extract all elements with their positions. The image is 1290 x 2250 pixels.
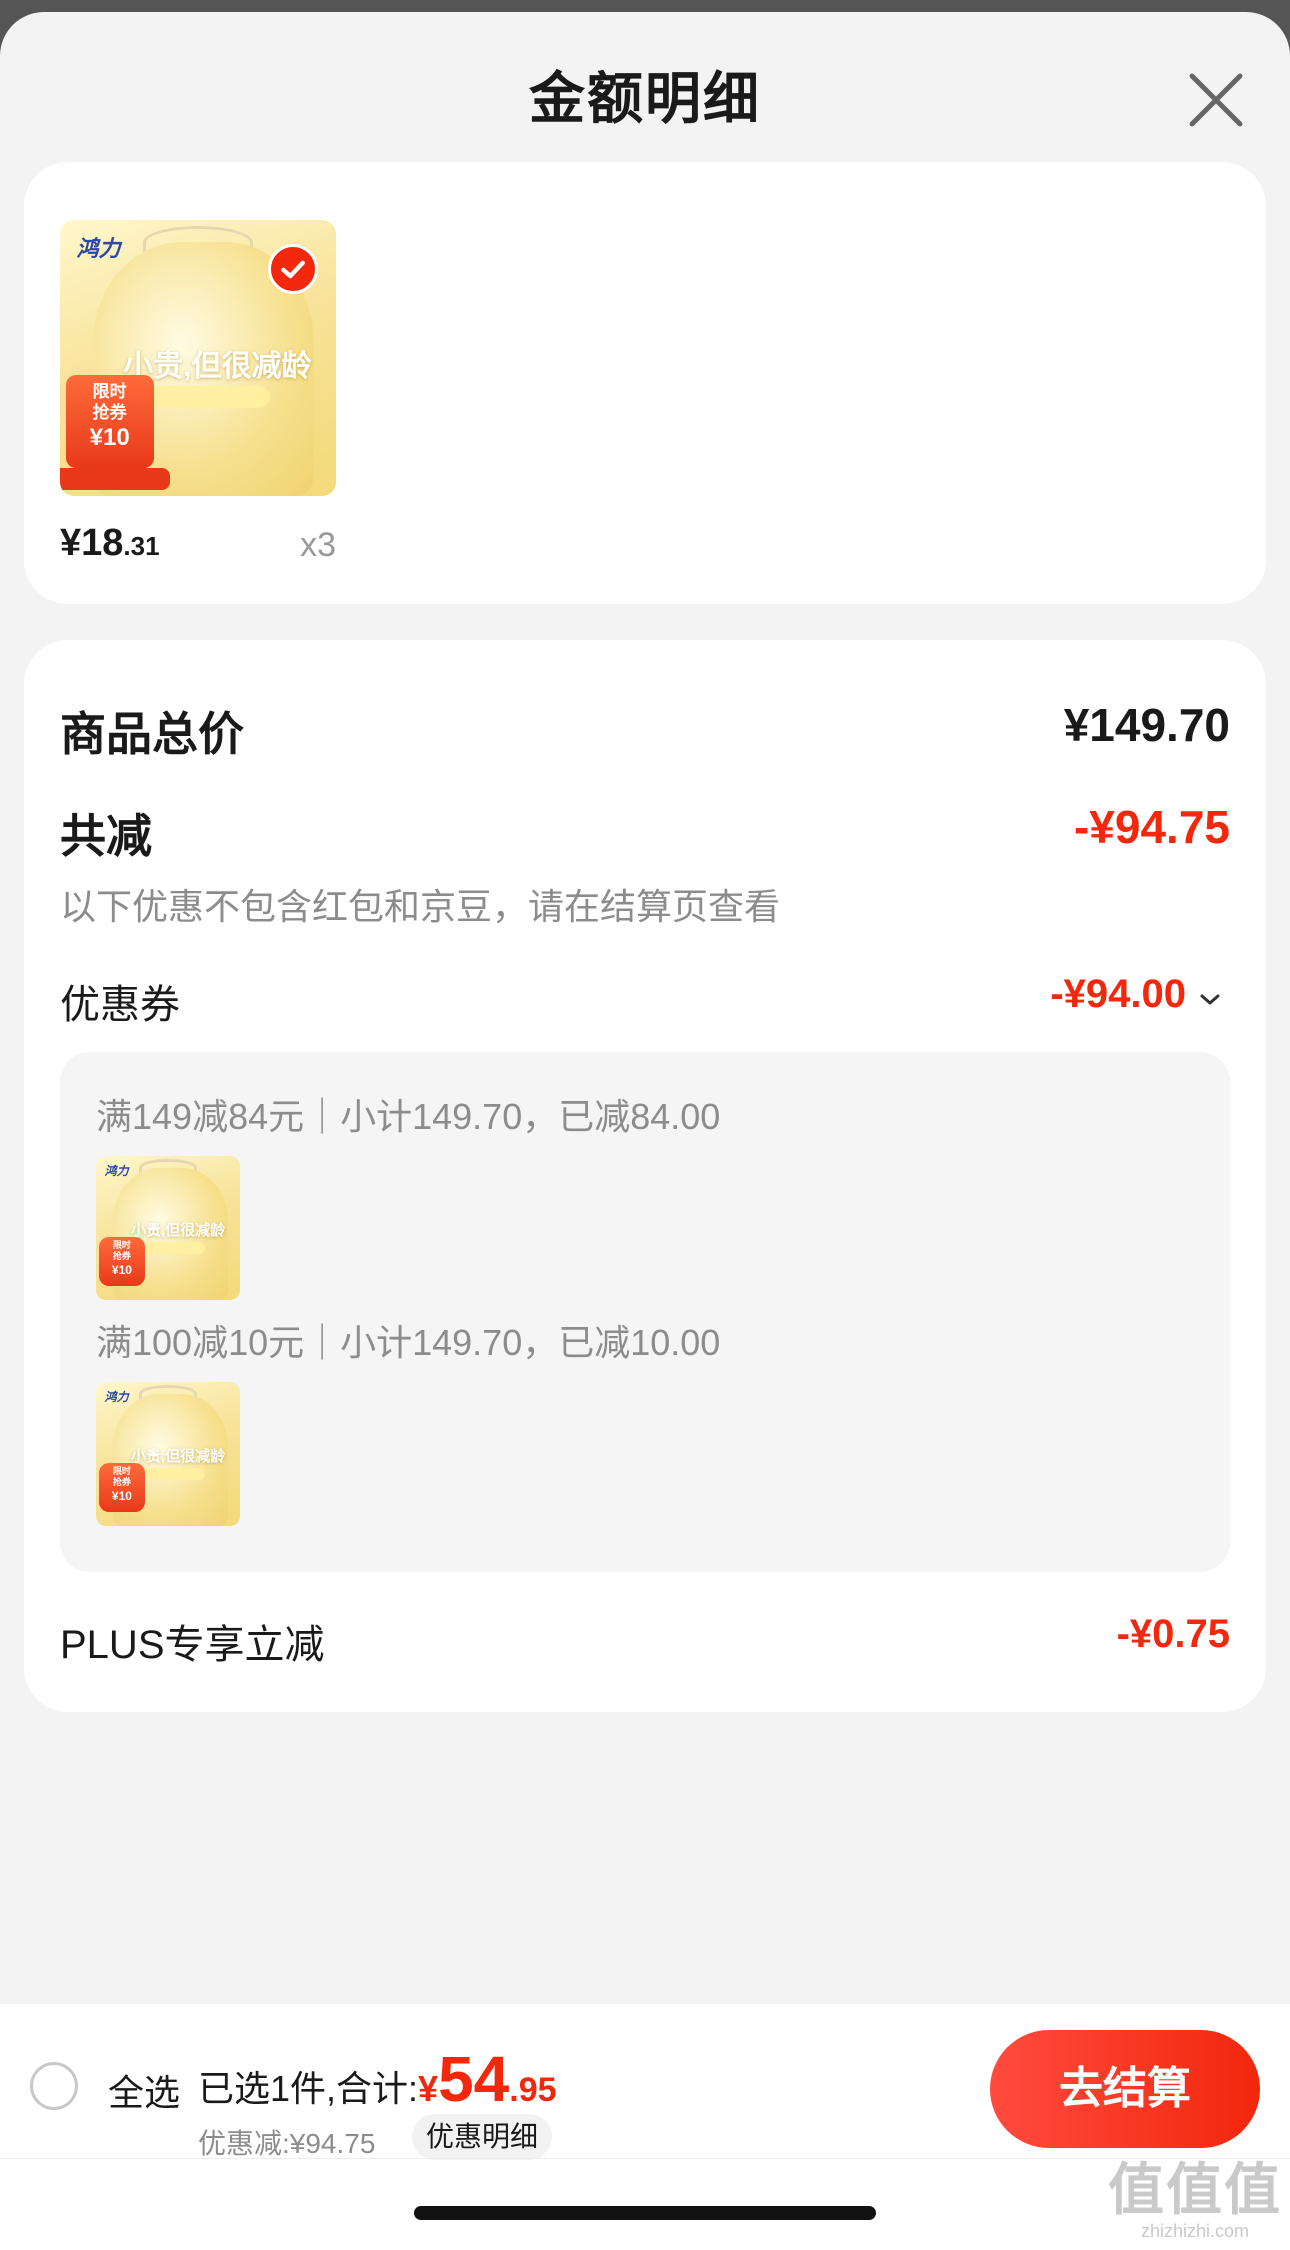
promo-line-2: 抢券	[92, 402, 127, 422]
coupon-breakdown: 满149减84元｜小计149.70，已减84.00 鸿力 小贵,但很减龄 限时 …	[60, 1052, 1230, 1572]
amount-detail-sheet: 金额明细 鸿力 小贵,但很减龄 限时 抢券 ¥10 ¥18.31 x3 商品总价…	[0, 12, 1290, 2250]
thumb-footer-strip	[60, 468, 171, 491]
watermark-logo: 值值值	[1108, 2158, 1282, 2221]
close-button[interactable]	[1176, 60, 1256, 140]
divider	[0, 2158, 1290, 2159]
brand-logo: 鸿力	[104, 1163, 129, 1178]
check-icon	[281, 260, 305, 279]
plus-discount-label: PLUS专享立减	[60, 1623, 325, 1667]
promo-badge: 限时 抢券 ¥10	[98, 1236, 145, 1286]
total-reduction-row: 共减 -¥94.75	[60, 800, 1230, 862]
unit-price: ¥18.31	[60, 522, 160, 565]
thumb-pill	[142, 1242, 206, 1254]
discount-summary: 优惠减:¥94.75	[198, 2128, 376, 2159]
total-currency: ¥	[418, 2068, 439, 2109]
promo-line-1: 限时	[112, 1465, 131, 1476]
close-icon	[1189, 73, 1243, 127]
checkout-bar: 全选 已选1件,合计:¥54.95 优惠减:¥94.75 优惠明细 去结算 值值…	[0, 2004, 1290, 2250]
page-title: 金额明细	[529, 67, 761, 130]
total-price-label: 商品总价	[60, 708, 244, 760]
promo-line-2: 抢券	[112, 1251, 131, 1262]
total-price-row: 商品总价 ¥149.70	[60, 698, 1230, 760]
coupon-value: -¥94.00	[1050, 972, 1186, 1016]
chevron-down-icon[interactable]	[1196, 986, 1224, 1014]
promo-line-2: 抢券	[112, 1477, 131, 1488]
brand-logo: 鸿力	[76, 236, 121, 262]
coupon-product-thumbnail: 鸿力 小贵,但很减龄 限时 抢券 ¥10	[96, 1156, 240, 1300]
thumb-pill	[148, 385, 270, 408]
checkout-button[interactable]: 去结算	[990, 2030, 1260, 2148]
watermark-url: zhizhizhi.com	[1140, 2221, 1250, 2241]
selected-count-text: 已选1件,合计:	[198, 2068, 419, 2109]
sheet-header: 金额明细	[0, 12, 1290, 162]
unit-price-dec: .31	[123, 531, 160, 561]
watermark: 值值值 zhizhizhi.com	[1108, 2160, 1282, 2242]
coupon-row[interactable]: 优惠券 -¥94.00	[60, 972, 1230, 1032]
total-reduction-value: -¥94.75	[1073, 801, 1230, 853]
promo-badge: 限时 抢券 ¥10	[65, 374, 154, 469]
promo-amount: ¥10	[111, 1489, 132, 1503]
promo-line-1: 限时	[112, 1239, 131, 1250]
total-amount-int: 54	[438, 2043, 510, 2115]
select-all-label[interactable]: 全选	[108, 2064, 180, 2116]
promo-line-1: 限时	[92, 381, 127, 401]
promo-amount: ¥10	[89, 424, 130, 452]
unit-price-int: ¥18	[60, 522, 124, 564]
quantity: x3	[300, 526, 336, 564]
discount-detail-button[interactable]: 优惠明细	[412, 2114, 553, 2160]
coupon-rule: 满149减84元｜小计149.70，已减84.00	[96, 1096, 721, 1137]
thumb-pill	[142, 1468, 206, 1480]
price-detail-card: 商品总价 ¥149.70 共减 -¥94.75 以下优惠不包含红包和京豆，请在结…	[24, 640, 1266, 1712]
total-reduction-label: 共减	[60, 810, 152, 862]
select-all-checkbox[interactable]	[30, 2062, 78, 2110]
product-price-row: ¥18.31 x3	[60, 522, 336, 578]
coupon-product-thumbnail: 鸿力 小贵,但很减龄 限时 抢券 ¥10	[96, 1382, 240, 1526]
coupon-rule: 满100减10元｜小计149.70，已减10.00	[96, 1322, 721, 1363]
order-summary: 已选1件,合计:¥54.95	[198, 2042, 557, 2116]
total-amount-dec: .95	[509, 2071, 557, 2109]
brand-logo: 鸿力	[104, 1389, 129, 1404]
promo-amount: ¥10	[111, 1263, 132, 1277]
reduction-note: 以下优惠不包含红包和京豆，请在结算页查看	[60, 886, 781, 927]
promo-badge: 限时 抢券 ¥10	[98, 1462, 145, 1512]
product-selected-checkbox[interactable]	[268, 244, 318, 294]
plus-discount-value: -¥0.75	[1116, 1612, 1230, 1656]
coupon-label: 优惠券	[60, 983, 180, 1027]
home-indicator[interactable]	[414, 2206, 876, 2220]
total-price-value: ¥149.70	[1063, 699, 1230, 751]
plus-discount-row: PLUS专享立减 -¥0.75	[60, 1612, 1230, 1672]
product-card: 鸿力 小贵,但很减龄 限时 抢券 ¥10 ¥18.31 x3	[24, 162, 1266, 604]
